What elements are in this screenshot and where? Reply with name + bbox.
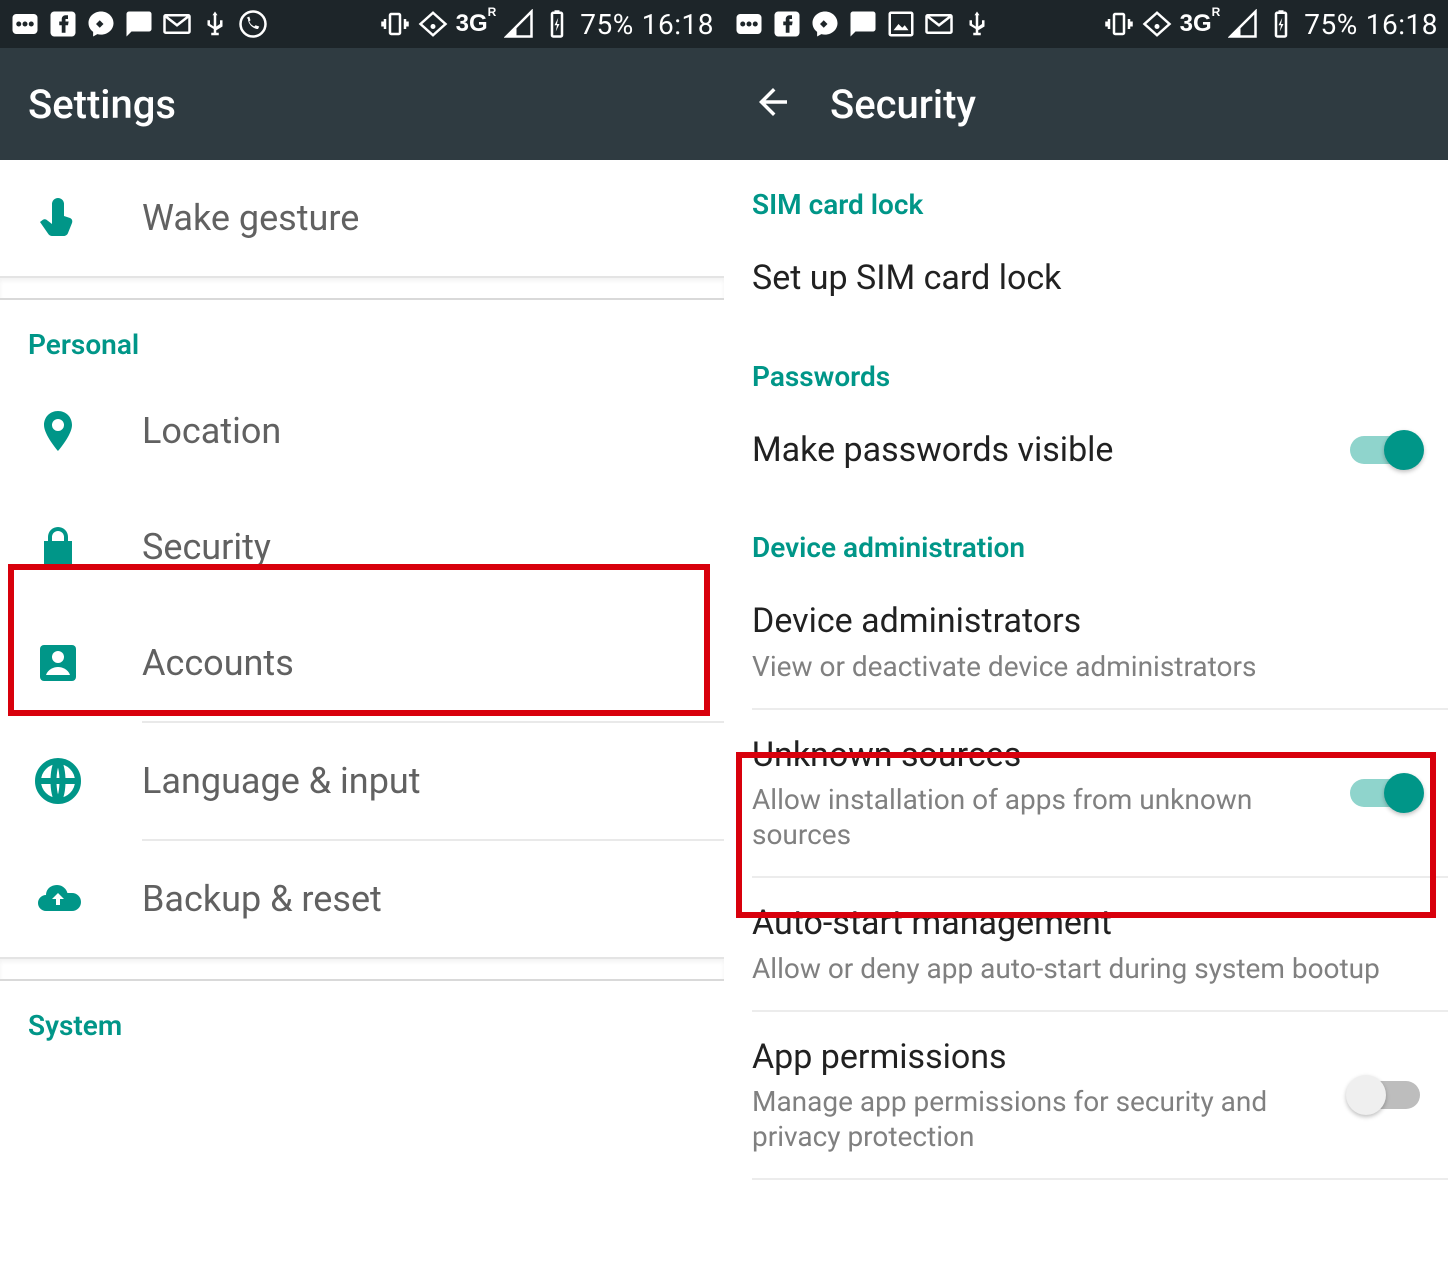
page-title: Settings: [28, 81, 176, 128]
item-divider: [752, 1178, 1448, 1180]
pw-visible-toggle[interactable]: [1350, 440, 1420, 460]
accounts-label: Accounts: [142, 642, 696, 684]
app-permissions-subtitle: Manage app permissions for security and …: [752, 1078, 1312, 1154]
wake-gesture-label: Wake gesture: [142, 197, 696, 239]
chat-bubble-icon: [848, 9, 878, 39]
section-divider: [0, 957, 724, 981]
app-permissions-label: App permissions: [752, 1036, 1334, 1079]
messenger-icon: [810, 9, 840, 39]
wifi-icon: [1142, 9, 1172, 39]
auto-start-label: Auto-start management: [752, 902, 1420, 945]
section-header-sim: SIM card lock: [724, 160, 1448, 233]
app-permissions-toggle[interactable]: [1350, 1085, 1420, 1105]
network-type-label: 3GR: [456, 10, 497, 38]
section-header-device-admin: Device administration: [724, 495, 1448, 576]
sim-lock-label: Set up SIM card lock: [752, 257, 1420, 300]
globe-icon: [28, 757, 142, 805]
wifi-icon: [418, 9, 448, 39]
location-label: Location: [142, 410, 696, 452]
section-header-personal: Personal: [0, 300, 724, 373]
vibrate-icon: [1104, 9, 1134, 39]
security-item-unknown-sources[interactable]: Unknown sources Allow installation of ap…: [724, 710, 1448, 877]
backup-label: Backup & reset: [142, 878, 696, 920]
settings-item-language[interactable]: Language & input: [0, 723, 724, 839]
unknown-sources-subtitle: Allow installation of apps from unknown …: [752, 776, 1272, 852]
signal-icon: [504, 9, 534, 39]
clock-label: 16:18: [1366, 8, 1438, 41]
device-admins-subtitle: View or deactivate device administrators: [752, 643, 1420, 684]
touch-icon: [28, 194, 142, 242]
status-bar-right: 3GR 75% 16:18: [1104, 8, 1438, 41]
lock-icon: [28, 523, 142, 571]
account-icon: [28, 639, 142, 687]
app-bar-settings: Settings: [0, 48, 724, 160]
unknown-sources-label: Unknown sources: [752, 734, 1334, 777]
unknown-sources-toggle[interactable]: [1350, 783, 1420, 803]
app-bar-security: Security: [724, 48, 1448, 160]
facebook-icon: [772, 9, 802, 39]
back-arrow-icon[interactable]: [752, 81, 794, 127]
battery-percentage-label: 75%: [580, 8, 633, 41]
facebook-icon: [48, 9, 78, 39]
battery-percentage-label: 75%: [1304, 8, 1357, 41]
security-item-auto-start[interactable]: Auto-start management Allow or deny app …: [724, 878, 1448, 1010]
settings-item-backup[interactable]: Backup & reset: [0, 841, 724, 957]
security-list: SIM card lock Set up SIM card lock Passw…: [724, 160, 1448, 1180]
vibrate-icon: [380, 9, 410, 39]
section-header-system: System: [0, 981, 724, 1054]
status-bar-right: 3GR 75% 16:18: [380, 8, 714, 41]
security-label: Security: [142, 526, 696, 568]
usb-icon: [200, 9, 230, 39]
settings-item-security[interactable]: Security: [0, 489, 724, 605]
cloud-upload-icon: [28, 875, 142, 923]
more-notifications-icon: [734, 9, 764, 39]
whatsapp-icon: [238, 9, 268, 39]
chat-bubble-icon: [124, 9, 154, 39]
gmail-icon: [924, 9, 954, 39]
clock-label: 16:18: [642, 8, 714, 41]
security-item-app-permissions[interactable]: App permissions Manage app permissions f…: [724, 1012, 1448, 1179]
section-header-passwords: Passwords: [724, 324, 1448, 405]
settings-item-accounts[interactable]: Accounts: [0, 605, 724, 721]
battery-charging-icon: [1266, 9, 1296, 39]
section-divider: [0, 276, 724, 300]
status-bar: 3GR 75% 16:18: [0, 0, 724, 48]
battery-charging-icon: [542, 9, 572, 39]
status-bar: 3GR 75% 16:18: [724, 0, 1448, 48]
messenger-icon: [86, 9, 116, 39]
auto-start-subtitle: Allow or deny app auto-start during syst…: [752, 945, 1420, 986]
status-bar-left: [10, 9, 268, 39]
network-type-label: 3GR: [1180, 10, 1221, 38]
usb-icon: [962, 9, 992, 39]
page-title: Security: [830, 81, 976, 128]
phone-security: 3GR 75% 16:18 Security SIM card lock Set…: [724, 0, 1448, 1280]
phone-settings: 3GR 75% 16:18 Settings Wake gesture Pers…: [0, 0, 724, 1280]
settings-item-location[interactable]: Location: [0, 373, 724, 489]
location-pin-icon: [28, 407, 142, 455]
image-icon: [886, 9, 916, 39]
security-item-pw-visible[interactable]: Make passwords visible: [724, 405, 1448, 496]
settings-list: Wake gesture Personal Location Security …: [0, 160, 724, 1054]
security-item-device-admins[interactable]: Device administrators View or deactivate…: [724, 576, 1448, 708]
status-bar-left: [734, 9, 992, 39]
settings-item-wake-gesture[interactable]: Wake gesture: [0, 160, 724, 276]
security-item-sim-lock[interactable]: Set up SIM card lock: [724, 233, 1448, 324]
device-admins-label: Device administrators: [752, 600, 1420, 643]
signal-icon: [1228, 9, 1258, 39]
language-label: Language & input: [142, 760, 696, 802]
more-notifications-icon: [10, 9, 40, 39]
pw-visible-label: Make passwords visible: [752, 429, 1334, 472]
gmail-icon: [162, 9, 192, 39]
